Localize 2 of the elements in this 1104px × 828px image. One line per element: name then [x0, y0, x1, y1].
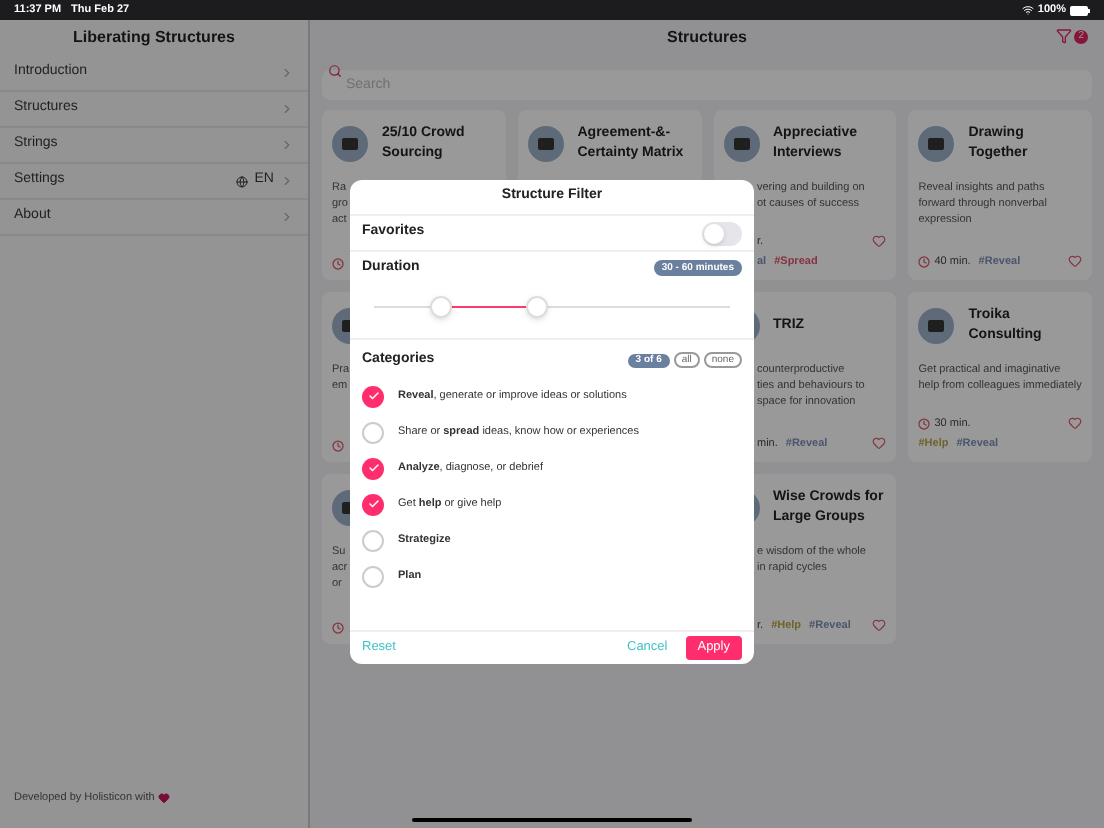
- page-title: Structures: [666, 26, 747, 50]
- sidebar-title: Liberating Structures: [73, 26, 235, 50]
